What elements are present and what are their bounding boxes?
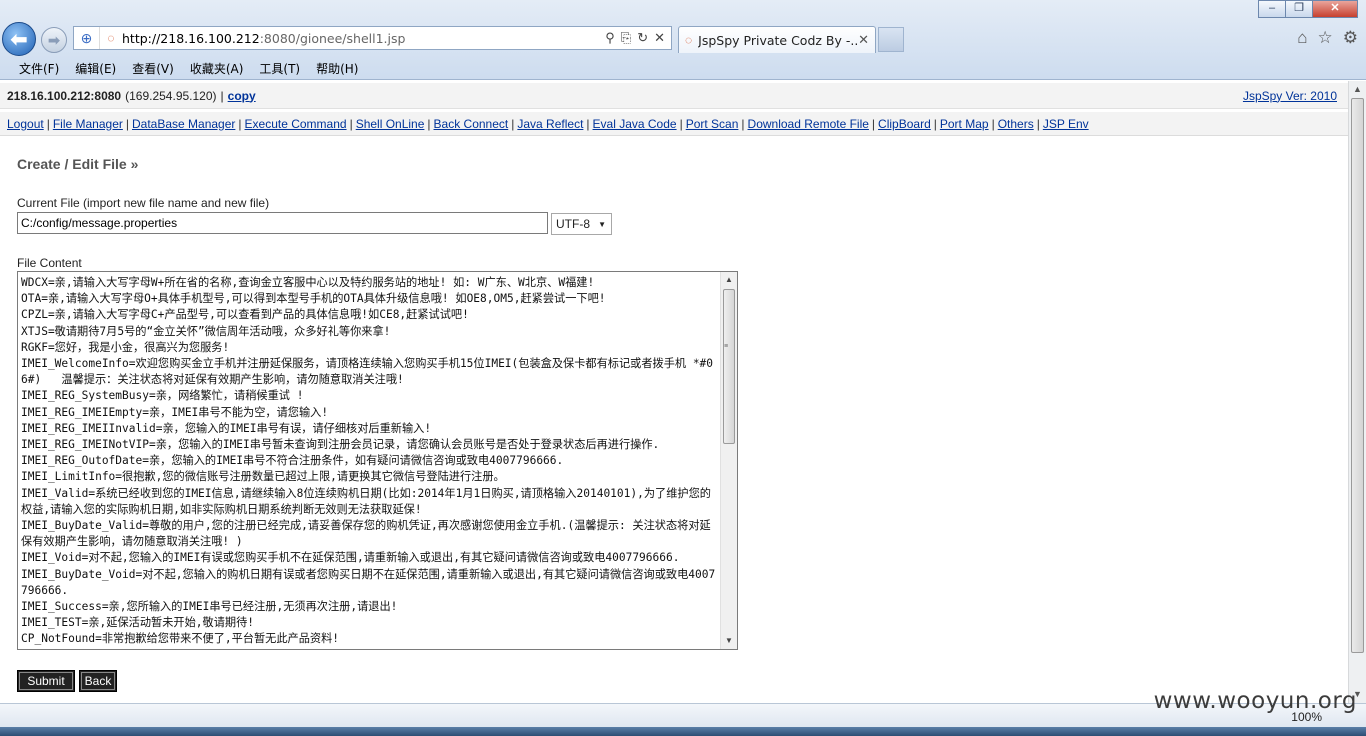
favorites-star-icon[interactable]: ☆ <box>1318 28 1333 48</box>
close-window-button[interactable]: ✕ <box>1312 0 1358 18</box>
separator: | <box>220 88 224 103</box>
version-link[interactable]: JspSpy Ver: 2010 <box>1243 89 1337 103</box>
current-file-label: Current File (import new file name and n… <box>17 196 270 210</box>
menu-bar: 文件(F) 编辑(E) 查看(V) 收藏夹(A) 工具(T) 帮助(H) <box>0 57 1366 79</box>
nav-separator: | <box>1036 116 1040 131</box>
textarea-scrollbar[interactable]: ▲ ≡ ▼ <box>720 272 737 649</box>
new-tab-button[interactable] <box>878 27 904 52</box>
nav-separator: | <box>933 116 937 131</box>
arrow-right-icon: ➡ <box>48 31 60 48</box>
scroll-down-icon[interactable]: ▼ <box>721 633 737 649</box>
grip-icon: ≡ <box>724 343 729 350</box>
refresh-icon[interactable]: ↻ <box>637 30 648 46</box>
nav-others[interactable]: Others <box>998 117 1034 131</box>
nav-eval-java-code[interactable]: Eval Java Code <box>593 117 677 131</box>
nav-file-manager[interactable]: File Manager <box>53 117 123 131</box>
nav-separator: | <box>125 116 129 131</box>
nav-jsp-env[interactable]: JSP Env <box>1043 117 1089 131</box>
compat-icon[interactable]: ⎘ <box>621 30 631 46</box>
submit-button[interactable]: Submit <box>17 670 75 692</box>
stop-icon[interactable]: ✕ <box>654 30 665 46</box>
file-content-text[interactable]: WDCX=亲,请输入大写字母W+所在省的名称,查询金立客服中心以及特约服务站的地… <box>21 275 719 648</box>
file-content-textarea[interactable]: WDCX=亲,请输入大写字母W+所在省的名称,查询金立客服中心以及特约服务站的地… <box>17 271 738 650</box>
nav-separator: | <box>871 116 876 131</box>
forward-arrow-button[interactable]: ➡ <box>41 27 67 53</box>
url-host: http://218.16.100.212 <box>122 30 260 46</box>
menu-favorites[interactable]: 收藏夹(A) <box>190 60 244 77</box>
chevron-down-icon: ▼ <box>598 219 606 229</box>
minimize-button[interactable]: – <box>1258 0 1286 18</box>
browser-chrome: – ❐ ✕ ⬅ ➡ ⊕ ◌ http://218.16.100.212:8080… <box>0 0 1366 80</box>
nav-separator: | <box>679 116 683 131</box>
nav-separator: | <box>511 116 515 131</box>
nav-download-remote-file[interactable]: Download Remote File <box>748 117 869 131</box>
page-scrollbar[interactable]: ▲ ▼ <box>1348 81 1366 703</box>
compat-view-icon[interactable]: ⊕ <box>74 27 100 49</box>
tab-title: JspSpy Private Codz By -... <box>698 32 859 48</box>
nav-database-manager[interactable]: DataBase Manager <box>132 117 235 131</box>
menu-edit[interactable]: 编辑(E) <box>75 60 116 77</box>
menu-help[interactable]: 帮助(H) <box>316 60 358 77</box>
file-content-label: File Content <box>17 256 82 270</box>
menu-view[interactable]: 查看(V) <box>132 60 174 77</box>
address-bar[interactable]: ⊕ ◌ http://218.16.100.212:8080/gionee/sh… <box>73 26 672 50</box>
host-info-bar: 218.16.100.212:8080 (169.254.95.120) | c… <box>0 83 1348 109</box>
nav-shell-online[interactable]: Shell OnLine <box>356 117 425 131</box>
scroll-thumb[interactable] <box>723 289 735 444</box>
loading-icon: ◌ <box>107 31 115 45</box>
nav-separator: | <box>991 116 995 131</box>
gear-icon[interactable]: ⚙ <box>1343 28 1358 48</box>
tab-jspspy[interactable]: ◌ JspSpy Private Codz By -... ✕ <box>678 26 876 53</box>
nav-port-scan[interactable]: Port Scan <box>686 117 739 131</box>
close-tab-icon[interactable]: ✕ <box>858 32 869 48</box>
loading-icon: ◌ <box>685 33 693 47</box>
nav-separator: | <box>238 116 242 131</box>
back-arrow-button[interactable]: ⬅ <box>2 22 36 56</box>
nav-separator: | <box>46 116 50 131</box>
page-scroll-thumb[interactable] <box>1351 98 1364 653</box>
home-icon[interactable]: ⌂ <box>1297 28 1307 48</box>
restore-button[interactable]: ❐ <box>1285 0 1313 18</box>
navigation-row: ⬅ ➡ ⊕ ◌ http://218.16.100.212:8080/gione… <box>0 22 1366 56</box>
nav-java-reflect[interactable]: Java Reflect <box>517 117 583 131</box>
menu-tools[interactable]: 工具(T) <box>259 60 300 77</box>
arrow-left-icon: ⬅ <box>10 28 28 51</box>
nav-separator: | <box>349 116 353 131</box>
charset-select[interactable]: UTF-8 ▼ <box>551 213 612 235</box>
nav-execute-command[interactable]: Execute Command <box>245 117 347 131</box>
address-url[interactable]: http://218.16.100.212:8080/gionee/shell1… <box>122 31 605 46</box>
taskbar <box>0 727 1366 736</box>
window-controls: – ❐ ✕ <box>1258 0 1358 18</box>
jspspy-nav: Logout | File Manager | DataBase Manager | … <box>0 112 1348 136</box>
page-content: 218.16.100.212:8080 (169.254.95.120) | c… <box>0 81 1348 703</box>
nav-separator: | <box>586 116 590 131</box>
watermark: www.wooyun.org <box>1153 688 1357 714</box>
menu-file[interactable]: 文件(F) <box>19 60 59 77</box>
nav-separator: | <box>741 116 745 131</box>
nav-logout[interactable]: Logout <box>7 117 44 131</box>
copy-link[interactable]: copy <box>228 89 256 103</box>
host-ip: (169.254.95.120) <box>125 88 217 103</box>
nav-clipboard[interactable]: ClipBoard <box>878 117 931 131</box>
back-button[interactable]: Back <box>79 670 117 692</box>
nav-port-map[interactable]: Port Map <box>940 117 989 131</box>
scroll-up-icon[interactable]: ▲ <box>1349 81 1366 98</box>
page-title: Create / Edit File » <box>17 156 139 172</box>
url-path: :8080/gionee/shell1.jsp <box>259 30 406 46</box>
nav-separator: | <box>427 116 431 131</box>
scroll-up-icon[interactable]: ▲ <box>721 272 737 288</box>
charset-value: UTF-8 <box>556 217 590 231</box>
nav-back-connect[interactable]: Back Connect <box>434 117 509 131</box>
file-path-input[interactable] <box>17 212 548 234</box>
host-address: 218.16.100.212:8080 <box>7 88 122 103</box>
search-icon[interactable]: ⚲ <box>605 30 615 46</box>
